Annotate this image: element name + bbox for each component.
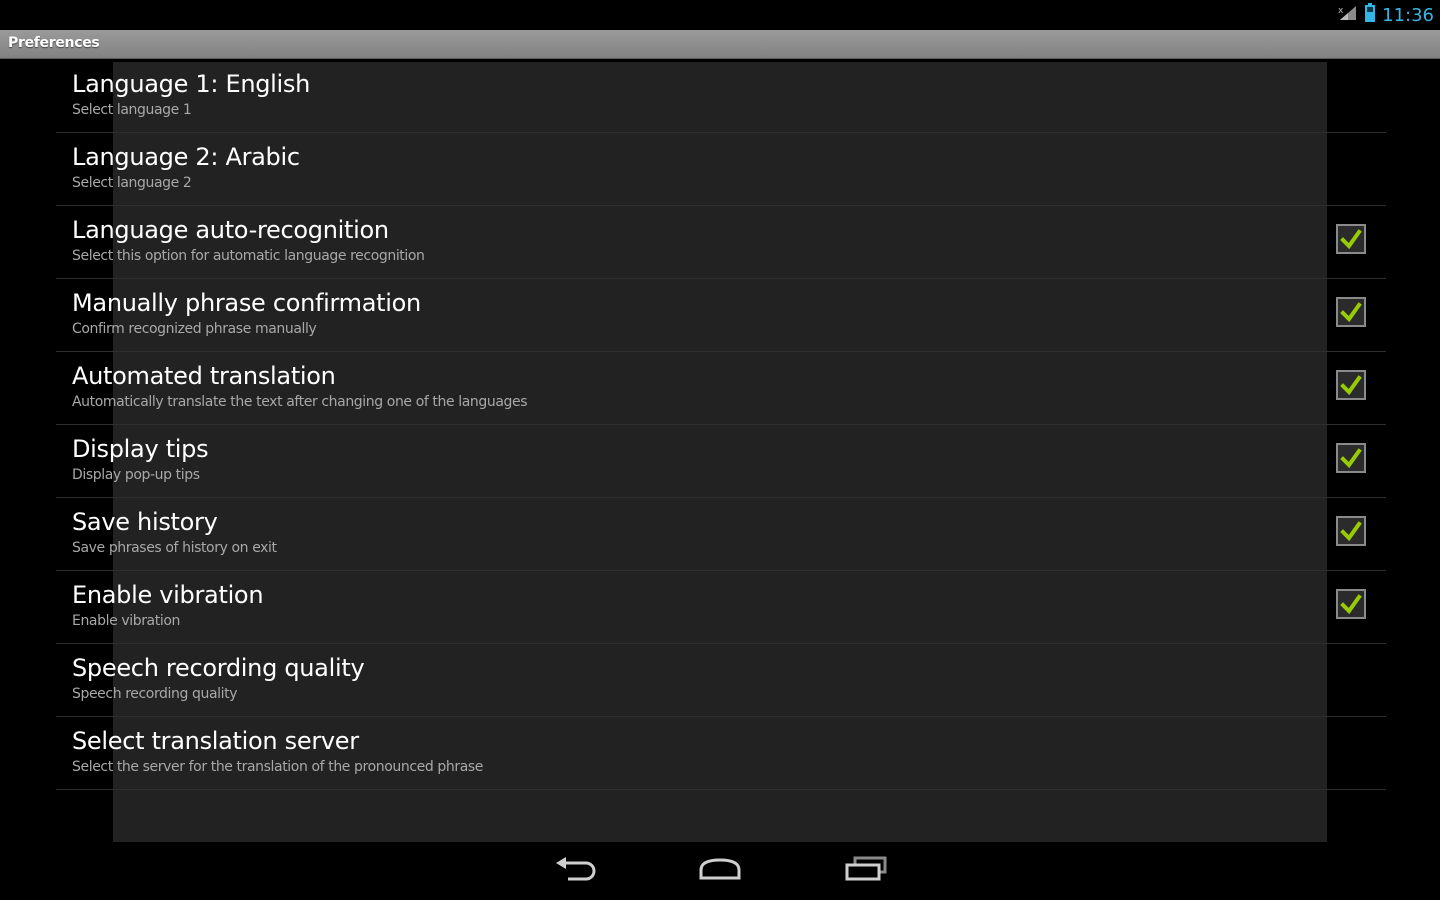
pref-item-select-translation-server[interactable]: Select translation server Select the serv… xyxy=(56,717,1386,790)
home-icon xyxy=(697,856,743,886)
checkmark-icon xyxy=(1338,518,1364,544)
pref-summary: Select language 1 xyxy=(72,102,192,118)
home-button[interactable] xyxy=(696,854,744,888)
signal-icon: x xyxy=(1338,4,1358,26)
pref-summary: Select language 2 xyxy=(72,175,192,191)
pref-item-enable-vibration[interactable]: Enable vibration Enable vibration xyxy=(56,571,1386,644)
pref-item-manually-phrase-confirmation[interactable]: Manually phrase confirmation Confirm reco… xyxy=(56,279,1386,352)
pref-item-language-2-arabic[interactable]: Language 2: Arabic Select language 2 xyxy=(56,133,1386,206)
checkmark-icon xyxy=(1338,372,1364,398)
recent-apps-button[interactable] xyxy=(842,854,890,888)
checkbox-automated-translation[interactable] xyxy=(1336,370,1366,400)
pref-summary: Speech recording quality xyxy=(72,686,238,702)
back-icon xyxy=(554,855,598,887)
checkmark-icon xyxy=(1338,591,1364,617)
checkbox-language-auto-recognition[interactable] xyxy=(1336,224,1366,254)
page-title: Preferences xyxy=(8,35,100,51)
pref-item-save-history[interactable]: Save history Save phrases of history on e… xyxy=(56,498,1386,571)
pref-title: Language 1: English xyxy=(72,70,311,98)
pref-summary: Automatically translate the text after c… xyxy=(72,394,528,410)
checkmark-icon xyxy=(1338,299,1364,325)
pref-summary: Confirm recognized phrase manually xyxy=(72,321,317,337)
pref-title: Language auto-recognition xyxy=(72,216,389,244)
pref-item-speech-recording-quality[interactable]: Speech recording quality Speech recording… xyxy=(56,644,1386,717)
pref-title: Manually phrase confirmation xyxy=(72,289,421,317)
checkmark-icon xyxy=(1338,445,1364,471)
status-icons: x 11:36 xyxy=(1338,3,1434,27)
checkbox-save-history[interactable] xyxy=(1336,516,1366,546)
checkbox-manually-phrase-confirmation[interactable] xyxy=(1336,297,1366,327)
recent-apps-icon xyxy=(843,856,889,886)
pref-title: Display tips xyxy=(72,435,209,463)
checkmark-icon xyxy=(1338,226,1364,252)
pref-title: Automated translation xyxy=(72,362,336,390)
navigation-bar xyxy=(0,842,1440,900)
pref-summary: Save phrases of history on exit xyxy=(72,540,277,556)
preferences-list: Language 1: English Select language 1 Lang… xyxy=(56,60,1386,790)
status-bar: x 11:36 xyxy=(0,0,1440,30)
svg-text:x: x xyxy=(1338,6,1344,16)
title-bar: Preferences xyxy=(0,30,1440,59)
pref-item-automated-translation[interactable]: Automated translation Automatically trans… xyxy=(56,352,1386,425)
pref-item-language-auto-recognition[interactable]: Language auto-recognition Select this opt… xyxy=(56,206,1386,279)
pref-summary: Select the server for the translation of… xyxy=(72,759,483,775)
pref-title: Select translation server xyxy=(72,727,359,755)
back-button[interactable] xyxy=(552,854,600,888)
screen: x 11:36 Preferences Language 1: English S… xyxy=(0,0,1440,900)
status-time: 11:36 xyxy=(1382,4,1434,26)
pref-summary: Select this option for automatic languag… xyxy=(72,248,425,264)
pref-title: Enable vibration xyxy=(72,581,264,609)
battery-icon xyxy=(1364,3,1376,27)
pref-summary: Display pop-up tips xyxy=(72,467,200,483)
pref-summary: Enable vibration xyxy=(72,613,180,629)
pref-item-language-1-english[interactable]: Language 1: English Select language 1 xyxy=(56,60,1386,133)
pref-item-display-tips[interactable]: Display tips Display pop-up tips xyxy=(56,425,1386,498)
pref-title: Save history xyxy=(72,508,218,536)
checkbox-enable-vibration[interactable] xyxy=(1336,589,1366,619)
checkbox-display-tips[interactable] xyxy=(1336,443,1366,473)
pref-title: Language 2: Arabic xyxy=(72,143,300,171)
pref-title: Speech recording quality xyxy=(72,654,365,682)
